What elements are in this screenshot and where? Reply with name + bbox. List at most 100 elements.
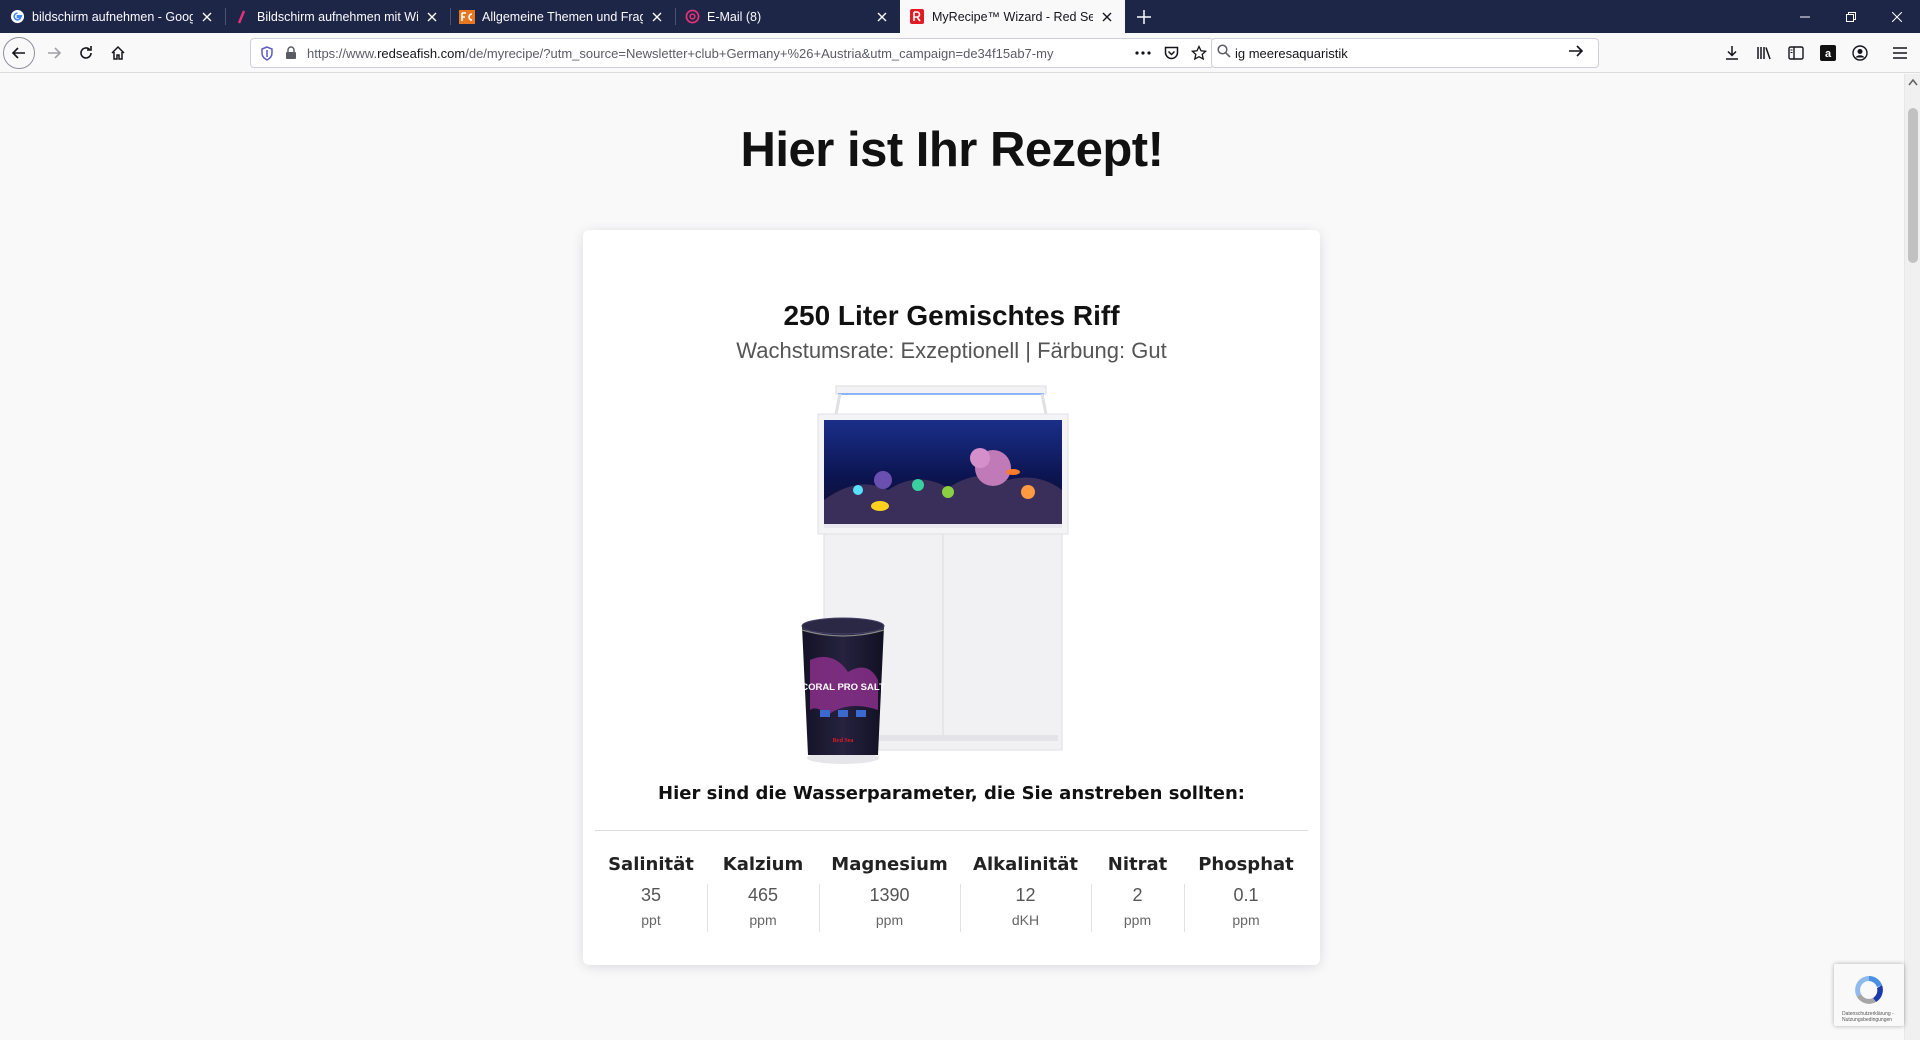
param-salinity: Salinität 35 ppt [595,852,707,952]
scroll-up-arrow-icon[interactable] [1908,78,1918,86]
param-alkalinity: Alkalinität 12 dKH [960,852,1091,952]
home-button[interactable] [102,37,134,69]
arrow-left-icon [11,46,25,59]
tab-title: MyRecipe™ Wizard - Red Sea [932,9,1093,24]
param-magnesium: Magnesium 1390 ppm [819,852,960,952]
page-title: Hier ist Ihr Rezept! [740,123,1164,177]
param-nitrate: Nitrat 2 ppm [1091,852,1184,952]
home-icon [111,45,125,60]
toolbar-right-icons: a [1716,37,1920,69]
sidebar-button[interactable] [1780,37,1812,69]
account-icon [1852,45,1868,61]
page-content: Hier ist Ihr Rezept! 250 Liter Gemischte… [0,74,1904,1040]
close-icon[interactable] [424,9,440,25]
param-unit: ppt [641,912,661,928]
recaptcha-badge[interactable]: Datenschutzerklärung - Nutzungsbedingung… [1834,964,1904,1026]
email-icon [684,9,700,25]
go-arrow-icon[interactable] [1568,44,1598,63]
water-params-row: Salinität 35 ppt Kalzium 465 ppm Magnesi… [595,852,1308,952]
recipe-title: 250 Liter Gemischtes Riff [783,300,1120,331]
download-icon [1726,46,1738,60]
minimize-button[interactable] [1782,0,1828,33]
tab-forum[interactable]: Allgemeine Themen und Fragen [450,0,675,33]
downloads-button[interactable] [1716,37,1748,69]
tab-myrecipe[interactable]: MyRecipe™ Wizard - Red Sea [900,0,1125,33]
params-heading: Hier sind die Wasserparameter, die Sie a… [658,783,1245,804]
param-name: Salinität [608,854,694,875]
nav-toolbar: https://www.redseafish.com/de/myrecipe/?… [0,33,1920,73]
amazon-extension-button[interactable]: a [1812,37,1844,69]
library-icon [1757,47,1771,60]
minimize-icon [1800,16,1810,17]
close-icon[interactable] [199,9,215,25]
param-value: 1390 [869,885,910,905]
library-button[interactable] [1748,37,1780,69]
lock-icon[interactable] [279,39,303,67]
tab-bar: bildschirm aufnehmen - Google Bildschirm… [0,0,1920,33]
tab-windows[interactable]: Bildschirm aufnehmen mit Windows [225,0,450,33]
scroll-thumb[interactable] [1908,108,1918,263]
close-icon[interactable] [649,9,665,25]
recaptcha-text: Datenschutzerklärung - Nutzungsbedingung… [1842,1011,1894,1023]
pocket-icon[interactable] [1157,39,1185,67]
param-name: Alkalinität [973,854,1078,875]
slash-icon [234,9,250,25]
google-icon [9,9,25,25]
param-value: 465 [747,885,779,905]
search-icon [1217,43,1231,63]
svg-text:a: a [1825,48,1832,60]
restore-icon [1846,11,1856,22]
forum-icon [459,9,475,25]
close-icon[interactable] [874,9,890,25]
sidebar-icon [1788,46,1804,60]
tab-email[interactable]: E-Mail (8) [675,0,900,33]
redsea-icon [909,9,925,25]
new-tab-button[interactable] [1127,0,1161,33]
param-value: 35 [640,885,662,905]
arrow-right-icon [48,46,62,59]
product-label: CORAL PRO SALT [801,682,885,693]
account-button[interactable] [1844,37,1876,69]
param-unit: ppm [875,912,904,928]
param-value: 2 [1132,885,1143,905]
tab-title: Bildschirm aufnehmen mit Windows [257,9,418,24]
search-input[interactable] [1231,45,1568,61]
param-value: 12 [1015,885,1036,905]
close-window-button[interactable] [1874,0,1920,33]
tab-title: bildschirm aufnehmen - Google [32,9,193,24]
param-unit: ppm [749,912,777,928]
shield-icon[interactable] [255,39,279,67]
param-name: Magnesium [831,854,948,875]
param-value: 0.1 [1233,885,1259,905]
amazon-icon: a [1820,45,1836,61]
tab-google[interactable]: bildschirm aufnehmen - Google [0,0,225,33]
url-text[interactable]: https://www.redseafish.com/de/myrecipe/?… [303,46,1129,61]
close-icon[interactable] [1099,9,1115,25]
param-unit: ppm [1232,912,1260,928]
recaptcha-icon [1855,976,1883,1004]
param-calcium: Kalzium 465 ppm [707,852,819,952]
restore-button[interactable] [1828,0,1874,33]
back-button[interactable] [3,36,35,69]
menu-button[interactable] [1884,37,1916,69]
tab-title: E-Mail (8) [707,9,762,24]
plus-icon [1137,9,1151,24]
page-scrollbar[interactable] [1904,74,1920,1040]
param-phosphate: Phosphat 0.1 ppm [1184,852,1308,952]
product-image: CORAL PRO SALT Red Sea [788,380,1088,770]
tab-title: Allgemeine Themen und Fragen [482,9,643,24]
tab-bar-spacer [1161,0,1782,33]
url-prefix: https://www. [307,45,378,61]
forward-button[interactable] [38,37,70,69]
reload-button[interactable] [70,37,102,69]
url-path: /de/myrecipe/?utm_source=Newsletter+club… [465,45,1054,61]
param-name: Nitrat [1107,854,1168,875]
reload-icon [80,45,92,59]
search-bar[interactable] [1211,38,1599,68]
star-icon[interactable] [1185,39,1213,67]
url-bar[interactable]: https://www.redseafish.com/de/myrecipe/?… [250,38,1214,68]
param-unit: dKH [1011,912,1040,928]
hamburger-icon [1893,47,1907,59]
more-icon[interactable] [1129,39,1157,67]
recipe-subtitle: Wachstumsrate: Exzeptionell | Färbung: G… [736,338,1167,363]
